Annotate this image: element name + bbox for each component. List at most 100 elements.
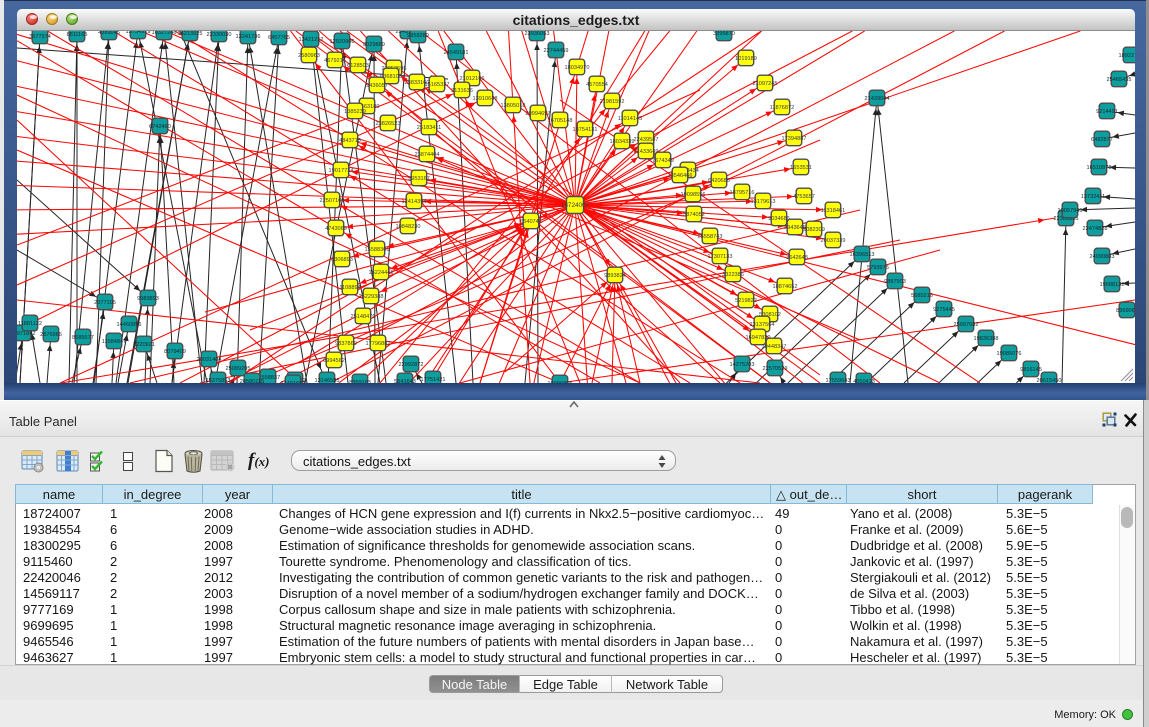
svg-text:1108894: 1108894 bbox=[339, 285, 360, 291]
svg-text:18034970: 18034970 bbox=[565, 65, 590, 71]
svg-text:4753657: 4753657 bbox=[793, 194, 815, 200]
svg-text:21981592: 21981592 bbox=[600, 99, 625, 105]
svg-text:23936053: 23936053 bbox=[525, 31, 550, 37]
svg-text:6540741: 6540741 bbox=[520, 219, 542, 225]
svg-text:5219822: 5219822 bbox=[735, 298, 757, 304]
svg-text:4843718: 4843718 bbox=[339, 138, 361, 144]
svg-text:13910648: 13910648 bbox=[473, 96, 498, 102]
svg-text:15375853: 15375853 bbox=[206, 378, 231, 383]
svg-text:19085076: 19085076 bbox=[997, 351, 1022, 357]
svg-text:3220921: 3220921 bbox=[133, 342, 155, 348]
svg-text:18754131: 18754131 bbox=[573, 127, 598, 133]
svg-text:23874404: 23874404 bbox=[415, 152, 440, 158]
svg-text:9958289: 9958289 bbox=[407, 33, 429, 39]
svg-text:3642648: 3642648 bbox=[786, 255, 808, 261]
svg-text:2876966: 2876966 bbox=[40, 332, 62, 338]
svg-text:17796882: 17796882 bbox=[366, 341, 391, 347]
svg-text:13179613: 13179613 bbox=[751, 199, 776, 205]
svg-text:16224441: 16224441 bbox=[369, 270, 394, 276]
svg-text:25465435: 25465435 bbox=[1107, 77, 1132, 83]
svg-text:25558743: 25558743 bbox=[698, 234, 723, 240]
svg-text:3395870: 3395870 bbox=[713, 31, 735, 37]
svg-text:15588301: 15588301 bbox=[365, 247, 390, 253]
svg-text:16705148: 16705148 bbox=[548, 118, 573, 124]
svg-text:4050413: 4050413 bbox=[853, 379, 875, 383]
svg-text:11318461: 11318461 bbox=[821, 208, 845, 214]
svg-text:18096865: 18096865 bbox=[548, 381, 573, 383]
svg-text:19098556: 19098556 bbox=[681, 192, 706, 198]
svg-text:6306893: 6306893 bbox=[331, 257, 353, 263]
svg-text:22507109: 22507109 bbox=[320, 198, 345, 204]
svg-text:22992872: 22992872 bbox=[399, 362, 424, 368]
svg-text:6742460: 6742460 bbox=[149, 124, 171, 130]
svg-text:5793975: 5793975 bbox=[867, 265, 889, 271]
svg-text:5641643: 5641643 bbox=[394, 379, 416, 383]
svg-text:9887903: 9887903 bbox=[884, 279, 906, 285]
svg-text:11014145: 11014145 bbox=[618, 116, 642, 122]
svg-text:8359183: 8359183 bbox=[349, 380, 371, 383]
svg-text:25148476: 25148476 bbox=[351, 314, 376, 320]
svg-text:18034339: 18034339 bbox=[610, 139, 635, 145]
svg-text:14275203: 14275203 bbox=[730, 362, 755, 368]
svg-text:19688132: 19688132 bbox=[1100, 282, 1125, 288]
svg-text:16510878: 16510878 bbox=[1087, 165, 1112, 171]
svg-text:9034686: 9034686 bbox=[768, 216, 790, 222]
svg-text:20615450: 20615450 bbox=[1037, 378, 1062, 383]
svg-text:9436057: 9436057 bbox=[366, 83, 388, 89]
svg-text:11876872: 11876872 bbox=[770, 105, 794, 111]
svg-text:18795716: 18795716 bbox=[730, 190, 755, 196]
svg-text:6994562: 6994562 bbox=[323, 358, 345, 364]
svg-text:23137564: 23137564 bbox=[750, 322, 775, 328]
svg-text:9953167: 9953167 bbox=[408, 176, 430, 182]
svg-text:1019189: 1019189 bbox=[735, 56, 757, 62]
svg-text:8029889: 8029889 bbox=[363, 42, 385, 48]
svg-text:17751421: 17751421 bbox=[421, 377, 446, 383]
svg-text:13241736: 13241736 bbox=[236, 34, 261, 40]
svg-text:20031404: 20031404 bbox=[197, 357, 222, 363]
svg-text:21439044: 21439044 bbox=[865, 96, 890, 102]
svg-text:4389045: 4389045 bbox=[98, 31, 120, 36]
svg-text:19836388: 19836388 bbox=[974, 336, 999, 342]
svg-text:24549181: 24549181 bbox=[444, 50, 469, 56]
svg-text:20994697: 20994697 bbox=[526, 111, 551, 117]
svg-text:12920906: 12920906 bbox=[330, 39, 355, 45]
svg-text:11584847: 11584847 bbox=[102, 339, 126, 345]
svg-text:22439587: 22439587 bbox=[634, 137, 659, 143]
svg-text:9275445: 9275445 bbox=[933, 307, 955, 313]
svg-text:9837869: 9837869 bbox=[335, 341, 357, 347]
svg-text:6457765: 6457765 bbox=[268, 35, 290, 41]
svg-text:9983893: 9983893 bbox=[137, 296, 159, 302]
svg-text:20037339: 20037339 bbox=[821, 238, 846, 244]
svg-text:10057945: 10057945 bbox=[1058, 208, 1083, 214]
svg-text:25229388: 25229388 bbox=[359, 294, 384, 300]
svg-text:16396513: 16396513 bbox=[850, 252, 875, 258]
svg-text:14460856: 14460856 bbox=[117, 322, 142, 328]
svg-text:17307133: 17307133 bbox=[708, 254, 733, 260]
svg-text:12414394: 12414394 bbox=[402, 199, 427, 205]
svg-text:25997682: 25997682 bbox=[954, 322, 979, 328]
svg-text:9214491: 9214491 bbox=[1096, 109, 1118, 115]
svg-text:10327246: 10327246 bbox=[152, 31, 177, 36]
svg-text:17559643: 17559643 bbox=[826, 378, 851, 383]
svg-text:10848230: 10848230 bbox=[396, 224, 421, 230]
svg-text:21012166: 21012166 bbox=[460, 76, 485, 82]
svg-text:7674349: 7674349 bbox=[652, 158, 674, 164]
svg-text:3322386: 3322386 bbox=[722, 272, 744, 278]
svg-text:18724007: 18724007 bbox=[561, 202, 590, 209]
svg-text:19017734: 19017734 bbox=[329, 168, 354, 174]
svg-text:9082309: 9082309 bbox=[803, 227, 825, 233]
svg-text:13421212: 13421212 bbox=[299, 37, 324, 43]
svg-text:6420686: 6420686 bbox=[708, 178, 730, 184]
svg-text:9816145: 9816145 bbox=[1020, 367, 1042, 373]
svg-text:8369062: 8369062 bbox=[1116, 308, 1135, 314]
svg-text:2077105: 2077105 bbox=[94, 300, 116, 306]
svg-text:22330030: 22330030 bbox=[207, 32, 232, 38]
svg-text:1385239: 1385239 bbox=[344, 109, 366, 115]
svg-text:19448347: 19448347 bbox=[762, 344, 787, 350]
svg-text:23826523: 23826523 bbox=[376, 121, 401, 127]
svg-text:3131636: 3131636 bbox=[451, 88, 473, 94]
svg-text:25183411: 25183411 bbox=[417, 125, 441, 131]
svg-text:8079409: 8079409 bbox=[164, 349, 186, 355]
svg-text:18922760: 18922760 bbox=[1119, 53, 1135, 59]
svg-text:4570554: 4570554 bbox=[586, 82, 608, 88]
